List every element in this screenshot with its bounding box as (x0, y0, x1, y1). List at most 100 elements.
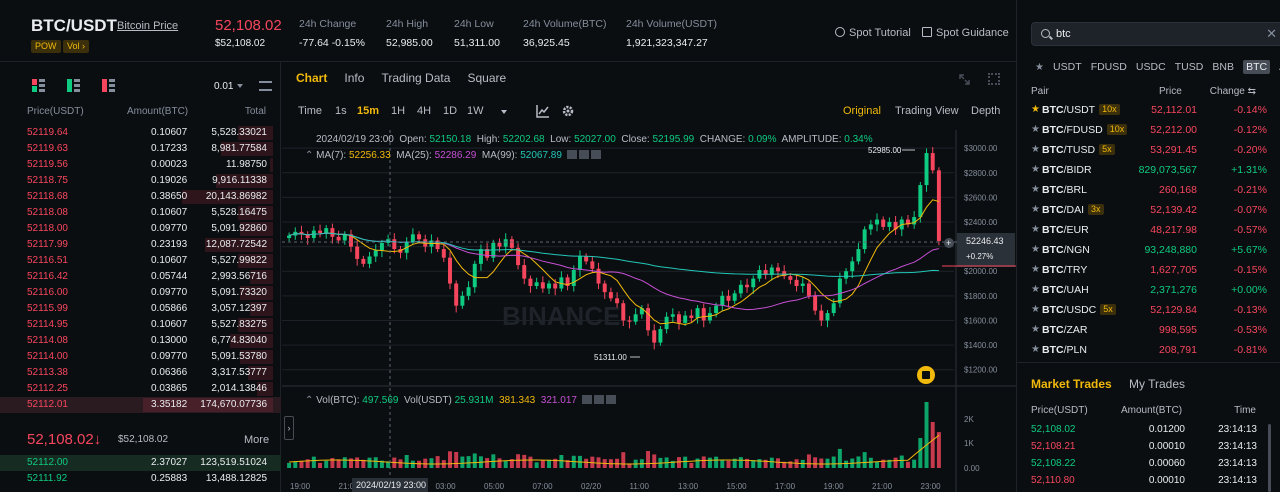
spot-guidance-link[interactable]: Spot Guidance (922, 27, 1009, 39)
ask-row[interactable]: 52115.99 0.05866 3,057.12397 (0, 301, 281, 317)
pair-row[interactable]: ★ BTC/TRY 1,627,705 -0.15% (1017, 260, 1280, 280)
favorite-star-icon[interactable]: ★ (1031, 240, 1040, 260)
vol-visibility-icon[interactable] (581, 395, 592, 404)
tab-market-trades[interactable]: Market Trades (1031, 377, 1112, 391)
pow-tag[interactable]: POW (31, 40, 61, 53)
ma-close-icon[interactable] (590, 150, 601, 159)
pair-row[interactable]: ★ BTC/NGN 93,248,880 +5.67% (1017, 240, 1280, 260)
pair-row[interactable]: ★ BTC/DAI 3x 52,139.42 -0.07% (1017, 200, 1280, 220)
ask-row[interactable]: 52118.68 0.38650 20,143.86982 (0, 189, 281, 205)
favorite-star-icon[interactable]: ★ (1031, 300, 1040, 320)
favorite-star-icon[interactable]: ★ (1031, 340, 1040, 360)
ask-row[interactable]: 52118.75 0.19026 9,916.11338 (0, 173, 281, 189)
ask-row[interactable]: 52119.56 0.00023 11.98750 (0, 157, 281, 173)
quote-tab-btc[interactable]: BTC (1243, 60, 1271, 74)
favorite-star-icon[interactable]: ★ (1031, 260, 1040, 280)
quote-tab-tusd[interactable]: TUSD (1175, 61, 1204, 73)
favorite-star-icon[interactable]: ★ (1031, 120, 1040, 140)
chart-settings-icon[interactable] (561, 104, 575, 118)
col-change[interactable]: Change ⇆ (1210, 86, 1256, 97)
pair-row[interactable]: ★ BTC/EUR 48,217.98 -0.57% (1017, 220, 1280, 240)
quote-tab-usdc[interactable]: USDC (1136, 61, 1166, 73)
tab-info[interactable]: Info (344, 71, 364, 85)
ma-settings-icon[interactable] (578, 150, 589, 159)
ask-row[interactable]: 52114.00 0.09770 5,091.53780 (0, 349, 281, 365)
tab-trading-data[interactable]: Trading Data (381, 71, 450, 85)
ask-row[interactable]: 52116.42 0.05744 2,993.56716 (0, 269, 281, 285)
favorite-star-icon[interactable]: ★ (1031, 100, 1040, 120)
pair-row[interactable]: ★ BTC/USDT 10x 52,112.01 -0.14% (1017, 100, 1280, 120)
pair-row[interactable]: ★ BTC/ZAR 998,595 -0.53% (1017, 320, 1280, 340)
pair-search-input[interactable] (1056, 26, 1256, 42)
ask-row[interactable]: 52116.51 0.10607 5,527.99822 (0, 253, 281, 269)
ask-price: 52116.42 (27, 271, 68, 282)
ask-row[interactable]: 52112.01 3.35182 174,670.07736 (0, 397, 281, 413)
clear-search-icon[interactable]: ✕ (1266, 26, 1277, 42)
view-trading-view[interactable]: Trading View (895, 105, 959, 117)
favorite-star-icon[interactable]: ★ (1031, 180, 1040, 200)
indicator-icon[interactable] (536, 104, 550, 118)
quote-tab-bnb[interactable]: BNB (1212, 61, 1234, 73)
vol-tag[interactable]: Vol › (63, 40, 90, 53)
pair-row[interactable]: ★ BTC/BIDR 829,073,567 +1.31% (1017, 160, 1280, 180)
view-asks-icon[interactable] (102, 79, 116, 92)
interval-1s[interactable]: 1s (335, 105, 347, 117)
view-bids-icon[interactable] (67, 79, 81, 92)
interval-15m[interactable]: 15m (357, 105, 379, 117)
interval-1d[interactable]: 1D (443, 105, 457, 117)
pair-row[interactable]: ★ BTC/UAH 2,371,276 +0.00% (1017, 280, 1280, 300)
bid-row[interactable]: 52112.00 2.37027 123,519.51024 (0, 455, 281, 471)
tab-chart[interactable]: Chart (296, 71, 327, 85)
favorite-star-icon[interactable]: ★ (1031, 320, 1040, 340)
grid-layout-icon[interactable] (988, 73, 1000, 85)
favorite-star-icon[interactable]: ★ (1031, 220, 1040, 240)
ask-row[interactable]: 52116.00 0.09770 5,091.73320 (0, 285, 281, 301)
ask-row[interactable]: 52113.38 0.06366 3,317.53777 (0, 365, 281, 381)
ask-row[interactable]: 52119.63 0.17233 8,981.77584 (0, 141, 281, 157)
ask-row[interactable]: 52112.25 0.03865 2,014.13846 (0, 381, 281, 397)
pair-title[interactable]: BTC/USDT (31, 16, 117, 36)
bitcoin-price-link[interactable]: Bitcoin Price (117, 20, 178, 32)
spot-tutorial-link[interactable]: Spot Tutorial (835, 27, 911, 39)
favorite-star-icon[interactable]: ★ (1031, 140, 1040, 160)
view-original[interactable]: Original (843, 105, 881, 117)
favorite-star-icon[interactable]: ★ (1031, 200, 1040, 220)
interval-1w[interactable]: 1W (467, 105, 484, 117)
interval-1h[interactable]: 1H (391, 105, 405, 117)
tab-my-trades[interactable]: My Trades (1129, 377, 1185, 391)
trades-scrollbar[interactable] (1268, 424, 1271, 492)
quote-tab-usdt[interactable]: USDT (1053, 61, 1082, 73)
favorite-star-icon[interactable]: ★ (1031, 280, 1040, 300)
ask-row[interactable]: 52119.64 0.10607 5,528.33021 (0, 125, 281, 141)
ask-row[interactable]: 52114.08 0.13000 6,774.83040 (0, 333, 281, 349)
quote-tab-fdusd[interactable]: FDUSD (1091, 61, 1127, 73)
favorites-star-icon[interactable]: ★ (1035, 62, 1044, 73)
pair-row[interactable]: ★ BTC/USDC 5x 52,129.84 -0.13% (1017, 300, 1280, 320)
interval-time[interactable]: Time (298, 105, 322, 117)
tab-square[interactable]: Square (467, 71, 506, 85)
interval-more-icon[interactable] (501, 110, 507, 114)
vol-settings-icon[interactable] (593, 395, 604, 404)
toggle-change-icon[interactable]: ⇆ (1248, 86, 1256, 97)
ask-row[interactable]: 52118.00 0.09770 5,091.92860 (0, 221, 281, 237)
order-book-settings-icon[interactable] (259, 81, 272, 91)
pair-row[interactable]: ★ BTC/BRL 260,168 -0.21% (1017, 180, 1280, 200)
price-step-select[interactable]: 0.01 (214, 81, 243, 92)
vol-close-icon[interactable] (605, 395, 616, 404)
pair-row[interactable]: ★ BTC/PLN 208,791 -0.81% (1017, 340, 1280, 360)
pair-row[interactable]: ★ BTC/FDUSD 10x 52,212.00 -0.12% (1017, 120, 1280, 140)
ask-row[interactable]: 52118.08 0.10607 5,528.16475 (0, 205, 281, 221)
more-button[interactable]: More (244, 434, 269, 446)
interval-4h[interactable]: 4H (417, 105, 431, 117)
ask-row[interactable]: 52117.99 0.23193 12,087.72542 (0, 237, 281, 253)
expand-icon[interactable] (959, 74, 970, 85)
view-both-icon[interactable] (32, 79, 45, 92)
bid-row[interactable]: 52111.92 0.25883 13,488.12825 (0, 471, 281, 487)
pair-row[interactable]: ★ BTC/TUSD 5x 53,291.45 -0.20% (1017, 140, 1280, 160)
collapse-drawing-tools-icon[interactable]: › (284, 416, 294, 440)
view-depth[interactable]: Depth (971, 105, 1000, 117)
ask-row[interactable]: 52114.95 0.10607 5,527.83275 (0, 317, 281, 333)
candlestick-chart[interactable]: BINANCE $3000.00 $2800.00 $2600.00 $2400.00… (282, 130, 1016, 492)
favorite-star-icon[interactable]: ★ (1031, 160, 1040, 180)
ma-visibility-icon[interactable] (566, 150, 577, 159)
